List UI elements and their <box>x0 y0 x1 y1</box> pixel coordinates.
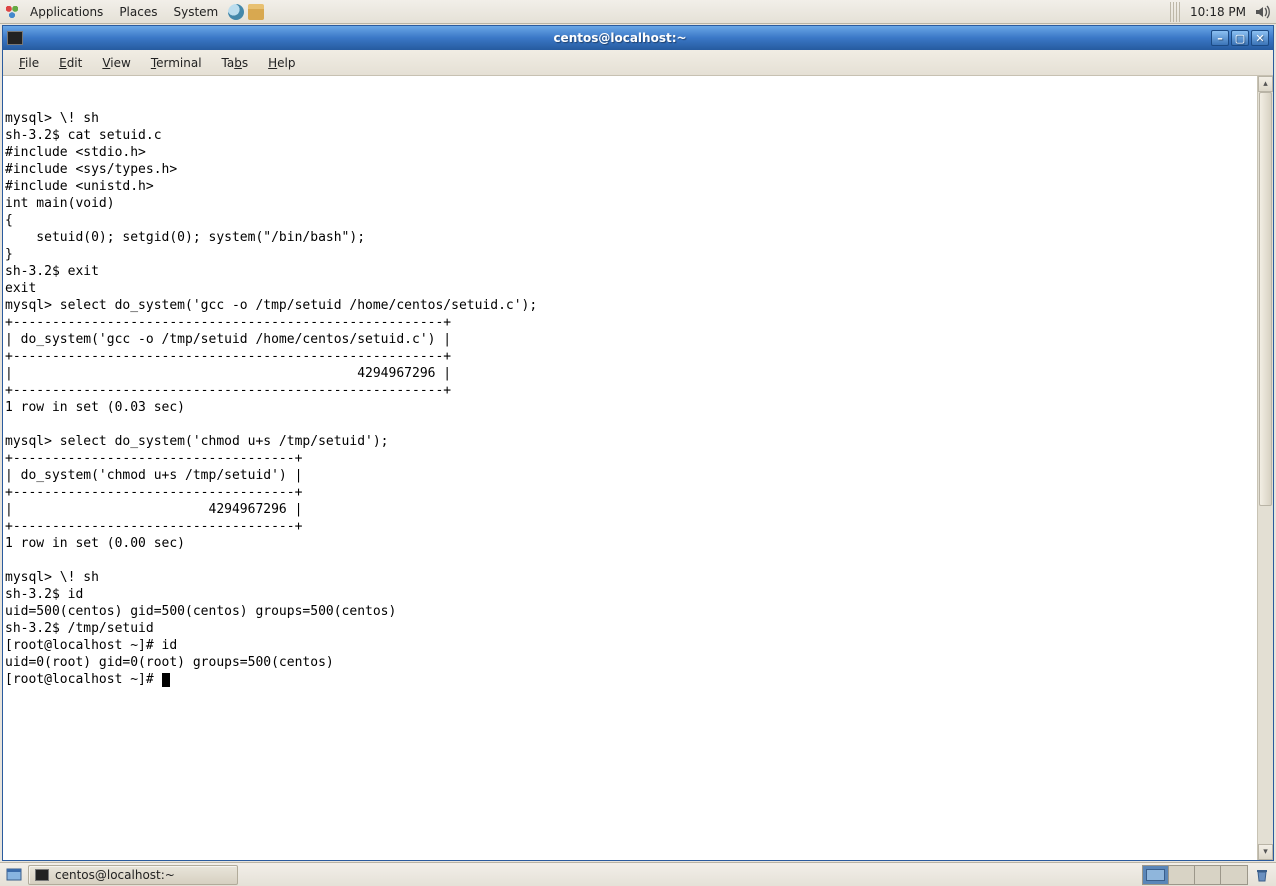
scrollbar[interactable]: ▴ ▾ <box>1257 76 1273 860</box>
scroll-down-button[interactable]: ▾ <box>1258 844 1273 860</box>
menu-terminal[interactable]: Terminal <box>143 53 210 73</box>
minimize-button[interactable]: – <box>1211 30 1229 46</box>
app-menubar: File Edit View Terminal Tabs Help <box>3 50 1273 76</box>
scroll-track[interactable] <box>1258 92 1273 844</box>
close-button[interactable]: ✕ <box>1251 30 1269 46</box>
taskbar-button-terminal[interactable]: centos@localhost:~ <box>28 865 238 885</box>
bottom-panel: centos@localhost:~ <box>0 862 1276 886</box>
scroll-thumb[interactable] <box>1259 92 1272 506</box>
workspace-2[interactable] <box>1169 866 1195 884</box>
taskbar-app-icon <box>35 869 49 881</box>
workspace-switcher[interactable] <box>1142 865 1248 885</box>
maximize-button[interactable]: ▢ <box>1231 30 1249 46</box>
mail-launcher-icon[interactable] <box>248 4 264 20</box>
terminal-output[interactable]: mysql> \! sh sh-3.2$ cat setuid.c #inclu… <box>3 76 1257 860</box>
window-title: centos@localhost:~ <box>29 31 1211 45</box>
volume-icon[interactable] <box>1254 4 1270 20</box>
clock[interactable]: 10:18 PM <box>1184 5 1252 19</box>
taskbar-button-label: centos@localhost:~ <box>55 868 175 882</box>
menu-places[interactable]: Places <box>111 3 165 21</box>
gnome-foot-icon <box>4 4 20 20</box>
terminal-cursor <box>162 673 170 687</box>
workspace-4[interactable] <box>1221 866 1247 884</box>
window-app-icon <box>7 31 23 45</box>
workspace-3[interactable] <box>1195 866 1221 884</box>
menu-system[interactable]: System <box>165 3 226 21</box>
scroll-up-button[interactable]: ▴ <box>1258 76 1273 92</box>
workspace-1[interactable] <box>1143 866 1169 884</box>
menu-tabs[interactable]: Tabs <box>214 53 257 73</box>
titlebar[interactable]: centos@localhost:~ – ▢ ✕ <box>3 26 1273 50</box>
terminal-window: centos@localhost:~ – ▢ ✕ File Edit View … <box>2 25 1274 861</box>
panel-grip-icon <box>1170 2 1180 22</box>
menu-view[interactable]: View <box>94 53 138 73</box>
menu-help[interactable]: Help <box>260 53 303 73</box>
menu-applications[interactable]: Applications <box>22 3 111 21</box>
trash-icon[interactable] <box>1252 866 1272 884</box>
browser-launcher-icon[interactable] <box>228 4 244 20</box>
menu-edit[interactable]: Edit <box>51 53 90 73</box>
menu-file[interactable]: File <box>11 53 47 73</box>
top-panel: Applications Places System 10:18 PM <box>0 0 1276 24</box>
show-desktop-button[interactable] <box>4 866 24 884</box>
